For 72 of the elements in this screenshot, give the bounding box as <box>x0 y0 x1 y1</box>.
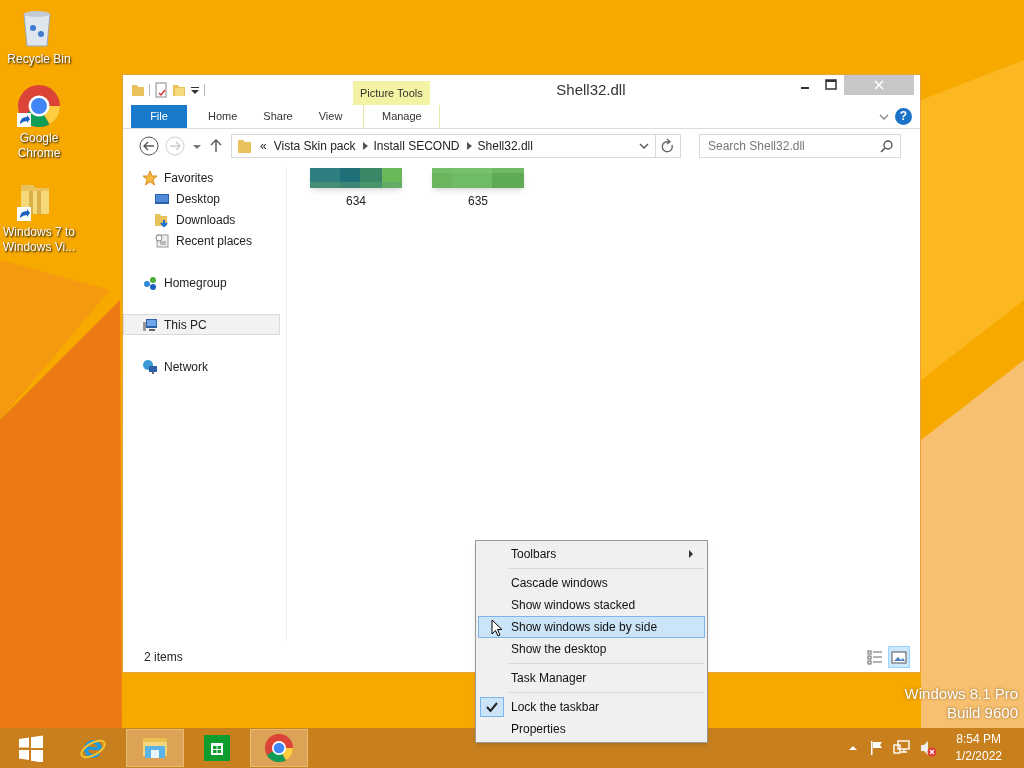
ribbon-tab[interactable]: Home <box>195 105 251 128</box>
star-icon <box>142 169 158 186</box>
ribbon-tab[interactable]: Share <box>250 105 306 128</box>
context-tab-header: Picture Tools <box>353 81 430 105</box>
ribbon-tab[interactable]: View <box>305 105 356 128</box>
taskbar-button[interactable] <box>250 729 308 767</box>
network-icon <box>142 358 158 375</box>
address-bar[interactable]: « Vista Skin pack Install SECOND Shell32.dll <box>231 134 681 158</box>
start-icon <box>17 734 45 762</box>
menu-item-label: Show the desktop <box>511 641 607 658</box>
menu-item[interactable]: Show the desktop <box>478 638 705 660</box>
close-icon <box>874 80 884 90</box>
clock-time: 8:54 PM <box>956 731 1001 748</box>
recent-icon <box>154 232 170 249</box>
nav-item[interactable]: Favorites <box>123 167 280 188</box>
search-icon <box>880 139 894 153</box>
status-text: 2 items <box>144 649 183 666</box>
picture-frame-icon <box>891 649 907 665</box>
breadcrumb-item[interactable]: Vista Skin pack <box>270 137 359 155</box>
network-icon[interactable] <box>893 740 912 756</box>
downloads-icon <box>154 211 170 228</box>
menu-item[interactable]: Show windows stacked <box>478 594 705 616</box>
back-icon[interactable] <box>139 136 159 156</box>
muted-speaker-icon[interactable] <box>919 739 938 757</box>
file-name: 635 <box>468 193 488 210</box>
menu-item[interactable]: Task Manager <box>478 667 705 689</box>
window-title: Shell32.dll <box>555 79 627 100</box>
nav-item[interactable]: Homegroup <box>123 272 280 293</box>
menu-item-label: Show windows stacked <box>511 597 636 614</box>
menu-item-label: Task Manager <box>511 670 587 687</box>
menu-item-label: Toolbars <box>511 546 557 563</box>
menu-item[interactable]: Show windows side by side <box>478 616 705 638</box>
checkbox[interactable] <box>480 697 504 717</box>
mouse-pointer-icon <box>491 619 503 637</box>
ribbon-tab[interactable]: Manage <box>363 105 441 128</box>
properties-icon[interactable] <box>154 82 168 98</box>
clock-date: 1/2/2022 <box>955 748 1002 765</box>
menu-item-label: Show windows side by side <box>511 619 658 636</box>
watermark-text: Build 9600 <box>947 703 1018 722</box>
help-button[interactable]: ? <box>895 108 912 125</box>
homegroup-icon <box>142 274 158 291</box>
nav-item[interactable]: Network <box>123 356 280 377</box>
nav-item[interactable]: Desktop <box>123 188 280 209</box>
chrome-icon <box>265 734 293 762</box>
address-prefix[interactable]: « <box>256 137 271 155</box>
file-item[interactable]: 634 <box>310 168 402 210</box>
search-input[interactable]: Search Shell32.dll <box>708 137 880 155</box>
nav-item[interactable]: Downloads <box>123 209 280 230</box>
large-icons-view-button[interactable] <box>888 646 910 668</box>
taskbar-button[interactable] <box>126 729 184 767</box>
store-icon <box>203 734 231 762</box>
menu-item[interactable]: Properties <box>478 718 705 740</box>
file-item[interactable]: 635 <box>432 168 524 210</box>
menu-item[interactable]: Toolbars <box>478 543 705 565</box>
dropdown-icon[interactable] <box>190 85 200 95</box>
menu-item-label: Cascade windows <box>511 575 608 592</box>
menu-item-label: Lock the taskbar <box>511 699 600 716</box>
nav-item[interactable]: This PC <box>123 314 280 335</box>
menu-item[interactable]: Cascade windows <box>478 572 705 594</box>
breadcrumb-item[interactable]: Install SECOND <box>370 137 463 155</box>
menu-item[interactable]: Lock the taskbar <box>478 696 705 718</box>
search-field[interactable]: Search Shell32.dll <box>699 134 901 158</box>
nav-item[interactable]: Recent places <box>123 230 280 251</box>
computer-icon <box>142 316 158 333</box>
checkmark-icon <box>486 701 498 713</box>
ribbon-tab[interactable]: File <box>131 105 187 128</box>
list-icon <box>867 649 883 665</box>
file-name: 634 <box>346 193 366 210</box>
menu-item-label: Properties <box>511 721 566 738</box>
show-hidden-icons-icon[interactable] <box>847 743 860 753</box>
breadcrumb-item[interactable]: Shell32.dll <box>474 137 536 155</box>
chrome-icon[interactable] <box>17 85 61 129</box>
